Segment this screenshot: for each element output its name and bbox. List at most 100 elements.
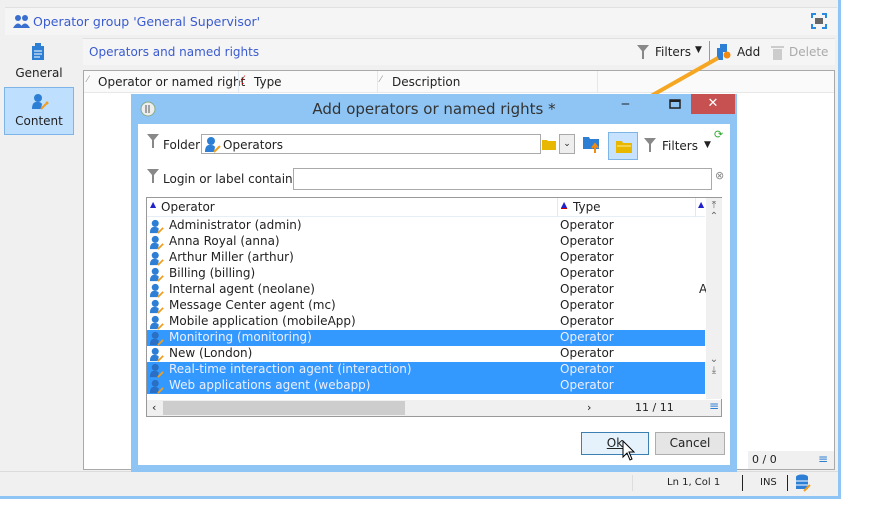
operator-type: Operator [560,346,614,360]
operator-key-icon [149,299,164,314]
sort-icon: ⁄ [242,75,244,85]
list-item[interactable]: Anna Royal (anna) Operator [147,234,705,250]
operator-name: New (London) [169,346,253,360]
column-type[interactable]: Type [254,75,282,89]
list-header: ▲ Operator ▲ Type ▲ [147,198,705,217]
maximize-view-icon[interactable] [811,13,827,29]
operator-type: Operator [560,218,614,232]
operator-key-icon [149,235,164,250]
ok-label: Ok [606,436,624,450]
refresh-icon[interactable]: ⟳ [714,128,723,141]
vertical-scrollbar[interactable]: ⤒ ⌃ ⌄ ⤓ [706,198,722,399]
status-bar: Ln 1, Col 1 INS [0,471,838,493]
column-separator [238,71,239,93]
list-menu-icon[interactable]: ≡ [818,452,828,466]
clipboard-icon [32,43,44,60]
search-input[interactable] [293,168,712,190]
horizontal-scroll-thumb[interactable] [163,401,405,415]
operator-type: Operator [560,250,614,264]
list-item[interactable]: Web applications agent (webapp) Operator [147,378,705,394]
operator-key-icon [149,331,164,346]
column-separator [695,198,696,217]
scroll-up-icon[interactable]: ⌃ [706,211,722,222]
sort-icon: ⁄ [87,75,89,85]
operator-key-icon [32,94,49,110]
cancel-button[interactable]: Cancel [655,432,725,455]
folder-field[interactable]: Operators [201,134,541,154]
list-item[interactable]: Message Center agent (mc) Operator [147,298,705,314]
operator-name: Arthur Miller (arthur) [169,250,294,264]
folder-icon[interactable] [542,138,556,150]
folder-value: Operators [223,138,283,152]
list-item[interactable]: Billing (billing) Operator [147,266,705,282]
list-menu-icon[interactable]: ≡ [709,399,719,413]
operator-key-icon [149,283,164,298]
filter-icon [147,134,159,148]
clear-search-icon[interactable]: ⊗ [715,169,724,182]
delete-button[interactable]: Delete [771,43,831,61]
operator-key-icon [149,267,164,282]
operator-type: Operator [560,266,614,280]
list-item[interactable]: Monitoring (monitoring) Operator [147,330,705,346]
column-separator [377,71,378,93]
operator-type: Operator [560,378,614,392]
maximize-button[interactable] [669,99,681,109]
operator-key-icon [149,347,164,362]
nav-content[interactable]: Content [4,87,74,135]
grid-count: 0 / 0 [752,453,777,466]
column-separator [597,71,598,93]
folder-view-toggle[interactable] [608,132,638,160]
filter-icon [644,138,656,152]
delete-label: Delete [789,45,829,59]
scroll-right-icon[interactable]: › [587,401,591,414]
folder-dropdown-button[interactable]: ⌄ [559,134,575,154]
list-count: 11 / 11 [635,401,674,414]
scroll-top-icon[interactable]: ⤒ [706,200,722,211]
minimize-button[interactable]: ‒ [621,96,630,112]
scroll-down-icon[interactable]: ⌄ [706,354,722,365]
folder-label: Folder: [163,138,204,152]
dialog-title: Add operators or named rights * [312,100,556,118]
column-operator[interactable]: Operator or named right [98,75,245,89]
grid-footer: 0 / 0 ≡ [748,451,834,469]
sort-asc-icon: ▲ [150,200,157,209]
add-label: Add [737,45,761,59]
list-item[interactable]: Mobile application (mobileApp) Operator [147,314,705,330]
operator-type: Operator [560,330,614,344]
list-item[interactable]: Real-time interaction agent (interaction… [147,362,705,378]
trash-icon [771,46,784,60]
operator-name: Billing (billing) [169,266,256,280]
database-icon[interactable] [795,474,811,492]
operator-key-icon [149,363,164,378]
filter-icon [147,169,159,183]
list-item[interactable]: Internal agent (neolane) Operator A [147,282,707,298]
list-item[interactable]: Arthur Miller (arthur) Operator [147,250,705,266]
operator-name: Message Center agent (mc) [169,298,336,312]
operator-type: Operator [560,282,614,296]
operators-list: ▲ Operator ▲ Type ▲ Administrator (admin… [146,197,722,417]
folder-up-icon[interactable] [583,135,600,153]
operator-key-icon [149,379,164,394]
group-icon [13,15,30,28]
nav-general-label: General [15,66,63,80]
list-item[interactable]: Administrator (admin) Operator [147,218,705,234]
column-description[interactable]: Description [392,75,460,89]
column-type[interactable]: Type [573,200,601,214]
search-label: Login or label contains: [163,172,303,186]
column-operator[interactable]: Operator [161,200,215,214]
scroll-bottom-icon[interactable]: ⤓ [706,365,722,376]
sort-icon: ⁄ [380,75,382,85]
close-button[interactable]: ✕ [691,94,735,114]
scroll-left-icon[interactable]: ‹ [152,401,156,414]
ok-button[interactable]: Ok [581,432,649,455]
dialog-filters-label: Filters [662,139,698,153]
list-item[interactable]: New (London) Operator [147,346,705,362]
window-titlebar: Operator group 'General Supervisor' [5,7,837,35]
operator-key-icon [149,251,164,266]
nav-general[interactable]: General [4,38,74,86]
sort-asc-icon: ▲ [561,200,568,209]
sort-asc-icon: ▲ [698,200,705,209]
folder-open-icon [616,141,632,153]
dialog-filters-button[interactable]: Filters ▼ [644,137,714,155]
operator-type: Operator [560,298,614,312]
